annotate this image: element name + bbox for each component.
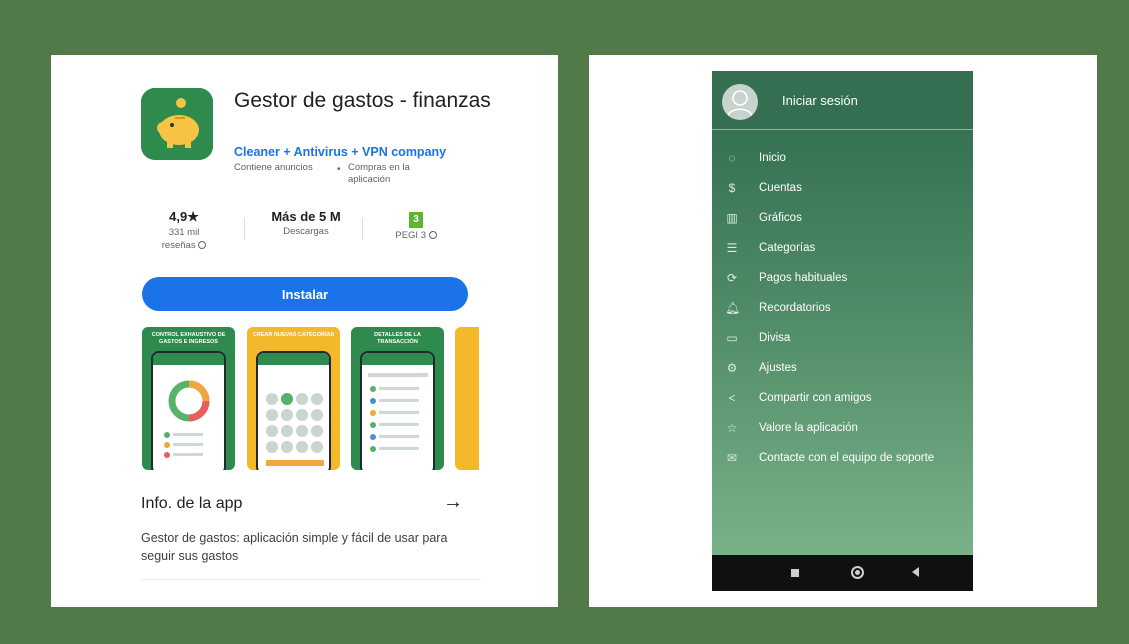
downloads-value: Más de 5 M: [271, 209, 341, 224]
info-icon: [198, 241, 207, 250]
home-icon: ◌: [728, 151, 736, 165]
drawer-item-label: Categorías: [759, 242, 816, 254]
drawer-item-label: Gráficos: [759, 212, 802, 224]
pegi-stat[interactable]: 3 PEGI 3: [381, 209, 451, 241]
bar-chart-icon: ▥: [726, 211, 738, 225]
reviews-count: 331 mil: [168, 227, 200, 238]
drawer-item-pagos-habituales[interactable]: ⟳ Pagos habituales: [712, 263, 973, 293]
in-app-purchases-label: Compras en la aplicación: [348, 162, 410, 185]
drawer-item-recordatorios[interactable]: 🔔︎ Recordatorios: [712, 293, 973, 323]
screenshot-caption: CREAR NUEVAS CATEGORÍAS: [252, 332, 335, 338]
app-description: Gestor de gastos: aplicación simple y fá…: [141, 531, 448, 563]
screenshot-thumbnail[interactable]: [455, 327, 479, 470]
home-button-icon[interactable]: [851, 566, 864, 579]
recents-icon[interactable]: [791, 569, 799, 577]
info-icon: [428, 231, 437, 240]
screenshot-thumbnail[interactable]: CREAR NUEVAS CATEGORÍAS: [247, 327, 340, 470]
back-icon[interactable]: [912, 567, 919, 577]
drawer-item-valore-la-aplicación[interactable]: ☆ Valore la aplicación: [712, 413, 973, 443]
developer-link[interactable]: Cleaner + Antivirus + VPN company: [234, 145, 446, 159]
play-store-listing: Gestor de gastos - finanzas Cleaner + An…: [51, 55, 558, 607]
transaction-list-graphic: [368, 373, 428, 452]
downloads-label: Descargas: [283, 226, 329, 237]
screenshot-thumbnail[interactable]: DETALLES DE LA TRANSACCIÓN: [351, 327, 444, 470]
rating-value: 4,9★: [169, 209, 199, 224]
screenshot-caption: DETALLES DE LA TRANSACCIÓN: [374, 332, 421, 345]
rating-stat[interactable]: 4,9★ 331 mil reseñas: [149, 209, 219, 251]
recurring-payment-icon: ⟳: [726, 271, 738, 285]
drawer-item-categorías[interactable]: ☰ Categorías: [712, 233, 973, 263]
drawer-item-divisa[interactable]: ▭ Divisa: [712, 323, 973, 353]
drawer-item-ajustes[interactable]: ⚙ Ajustes: [712, 353, 973, 383]
navigation-drawer: Iniciar sesión ◌ Inicio $ Cuentas ▥ Gráficos ☰…: [712, 71, 973, 591]
phone-mockup: [151, 351, 226, 470]
star-icon: ☆: [726, 421, 738, 435]
bell-icon: 🔔︎: [725, 301, 741, 315]
navigation-drawer-screenshot: Iniciar sesión ◌ Inicio $ Cuentas ▥ Gráficos ☰…: [589, 55, 1097, 607]
app-title: Gestor de gastos - finanzas: [234, 89, 491, 112]
drawer-item-label: Ajustes: [759, 362, 797, 374]
currency-icon: ▭: [726, 331, 738, 345]
drawer-item-label: Valore la aplicación: [759, 422, 858, 434]
phone-mockup: [360, 351, 435, 470]
android-nav-bar: [712, 555, 973, 591]
drawer-item-label: Divisa: [759, 332, 791, 344]
list-icon: ☰: [726, 241, 738, 255]
screenshot-caption: CONTROL EXHAUSTIVO DE GASTOS E INGRESOS: [151, 332, 226, 345]
drawer-item-cuentas[interactable]: $ Cuentas: [712, 173, 973, 203]
share-icon: <: [728, 391, 736, 405]
mail-icon: ✉: [726, 451, 738, 465]
drawer-item-label: Inicio: [759, 152, 786, 164]
drawer-item-gráficos[interactable]: ▥ Gráficos: [712, 203, 973, 233]
drawer-item-inicio[interactable]: ◌ Inicio: [712, 143, 973, 173]
pegi-badge: 3: [409, 212, 423, 228]
drawer-item-label: Cuentas: [759, 182, 802, 194]
section-divider: [141, 579, 481, 580]
drawer-item-label: Pagos habituales: [759, 272, 848, 284]
drawer-item-contacte-con-el-equipo-de-soporte[interactable]: ✉ Contacte con el equipo de soporte: [712, 443, 973, 473]
drawer-item-label: Contacte con el equipo de soporte: [759, 452, 935, 464]
stat-divider: [244, 218, 245, 240]
phone-mockup: [256, 351, 331, 470]
drawer-item-label: Compartir con amigos: [759, 392, 872, 404]
drawer-header[interactable]: Iniciar sesión: [712, 71, 973, 130]
money-bag-icon: $: [728, 181, 736, 195]
install-button[interactable]: Instalar: [142, 277, 468, 311]
arrow-right-icon[interactable]: →: [443, 491, 463, 514]
screenshot-thumbnail[interactable]: CONTROL EXHAUSTIVO DE GASTOS E INGRESOS: [142, 327, 235, 470]
reviews-label: reseñas: [161, 240, 196, 251]
piggy-bank-icon: [141, 88, 213, 160]
drawer-item-compartir-con-amigos[interactable]: < Compartir con amigos: [712, 383, 973, 413]
contains-ads-label: Contiene anuncios: [234, 162, 313, 173]
pegi-label: PEGI 3: [395, 230, 426, 241]
app-info-title[interactable]: Info. de la app: [141, 495, 242, 513]
stat-divider: [362, 218, 363, 240]
tag-separator: •: [337, 164, 341, 175]
donut-chart-graphic: [164, 380, 210, 458]
downloads-stat: Más de 5 M Descargas: [256, 209, 356, 237]
drawer-item-label: Recordatorios: [759, 302, 831, 314]
avatar: [722, 84, 758, 120]
keypad-graphic: [266, 393, 324, 466]
login-label[interactable]: Iniciar sesión: [782, 93, 858, 108]
gear-icon: ⚙: [726, 361, 738, 375]
